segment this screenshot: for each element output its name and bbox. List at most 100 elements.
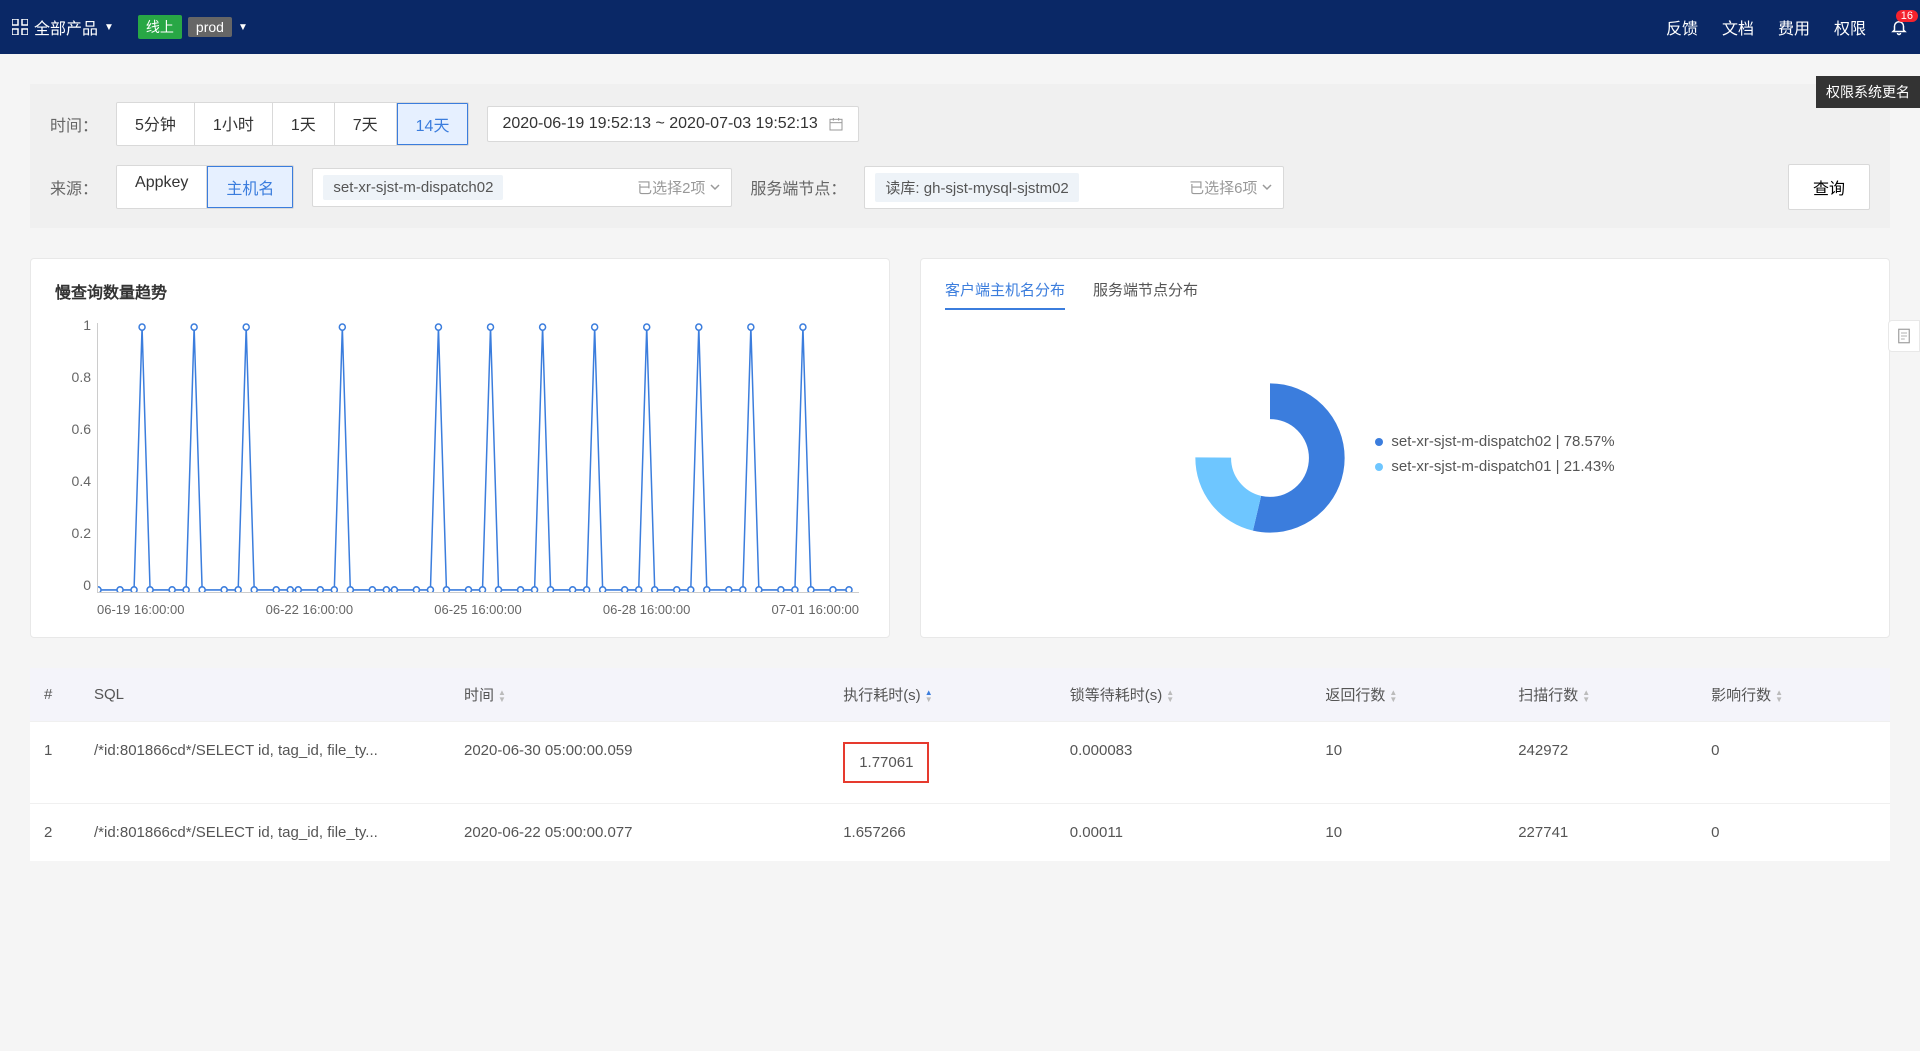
source-tag-chip: set-xr-sjst-m-dispatch02 (323, 175, 503, 200)
notification-count: 16 (1896, 10, 1918, 22)
cell-time: 2020-06-30 05:00:00.059 (450, 722, 829, 804)
time-range-group: 5分钟 1小时 1天 7天 14天 (116, 102, 469, 146)
legend-item: set-xr-sjst-m-dispatch02 | 78.57% (1375, 433, 1614, 450)
query-button[interactable]: 查询 (1788, 164, 1870, 210)
header-right: 反馈 文档 费用 权限 16 (1666, 15, 1908, 39)
grid-icon (12, 19, 28, 35)
col-sql: SQL (80, 668, 450, 722)
env-selector[interactable]: 线上 prod ▼ (138, 15, 248, 39)
source-type-group: Appkey 主机名 (116, 165, 294, 209)
server-tag-chip: 读库: gh-sjst-mysql-sjstm02 (875, 173, 1078, 202)
source-appkey[interactable]: Appkey (117, 166, 207, 208)
donut-svg (1195, 383, 1345, 533)
tab-client-host[interactable]: 客户端主机名分布 (945, 279, 1065, 310)
legend-item: set-xr-sjst-m-dispatch01 | 21.43% (1375, 458, 1614, 475)
filter-row-source: 来源： Appkey 主机名 set-xr-sjst-m-dispatch02 … (50, 164, 1870, 210)
sort-icon: ▲▼ (1582, 689, 1590, 703)
donut-chart: set-xr-sjst-m-dispatch02 | 78.57% set-xr… (945, 328, 1865, 588)
panels-row: 慢查询数量趋势 1 0.8 0.6 0.4 0.2 0 06-19 16:00: (30, 258, 1890, 638)
y-axis: 1 0.8 0.6 0.4 0.2 0 (55, 317, 91, 593)
time-label: 时间： (50, 112, 98, 136)
date-range-picker[interactable]: 2020-06-19 19:52:13 ~ 2020-07-03 19:52:1… (487, 106, 858, 142)
donut-legend: set-xr-sjst-m-dispatch02 | 78.57% set-xr… (1375, 433, 1614, 483)
server-select[interactable]: 读库: gh-sjst-mysql-sjstm02 已选择6项 (864, 166, 1284, 209)
env-online-badge: 线上 (138, 15, 182, 39)
trend-panel: 慢查询数量趋势 1 0.8 0.6 0.4 0.2 0 06-19 16:00: (30, 258, 890, 638)
calendar-icon (828, 116, 844, 132)
cell-sql: /*id:801866cd*/SELECT id, tag_id, file_t… (80, 722, 450, 804)
legend-dot-icon (1375, 438, 1383, 446)
caret-down-icon: ▼ (238, 22, 248, 33)
dist-tabs: 客户端主机名分布 服务端节点分布 (945, 279, 1865, 310)
cell-return: 10 (1311, 804, 1504, 862)
col-scan-rows[interactable]: 扫描行数▲▼ (1504, 668, 1697, 722)
sort-icon: ▲▼ (925, 689, 933, 703)
side-drawer-handle[interactable] (1888, 320, 1920, 352)
table-row[interactable]: 2 /*id:801866cd*/SELECT id, tag_id, file… (30, 804, 1890, 862)
trend-chart: 1 0.8 0.6 0.4 0.2 0 06-19 16:00:00 06-22… (55, 317, 865, 617)
cell-index: 1 (30, 722, 80, 804)
cell-index: 2 (30, 804, 80, 862)
server-label: 服务端节点： (750, 175, 846, 199)
env-prod-badge: prod (188, 17, 232, 37)
col-exec-time[interactable]: 执行耗时(s)▲▼ (829, 668, 1056, 722)
trend-panel-title: 慢查询数量趋势 (55, 279, 865, 303)
cell-scan: 227741 (1504, 804, 1697, 862)
cell-return: 10 (1311, 722, 1504, 804)
filter-bar: 时间： 5分钟 1小时 1天 7天 14天 2020-06-19 19:52:1… (30, 84, 1890, 228)
cell-exec: 1.657266 (829, 804, 1056, 862)
time-5min[interactable]: 5分钟 (117, 103, 195, 145)
line-chart-svg (98, 323, 859, 592)
exec-time-highlighted: 1.77061 (843, 742, 929, 783)
time-1hour[interactable]: 1小时 (195, 103, 273, 145)
col-affect-rows[interactable]: 影响行数▲▼ (1697, 668, 1890, 722)
table-row[interactable]: 1 /*id:801866cd*/SELECT id, tag_id, file… (30, 722, 1890, 804)
col-lock-time[interactable]: 锁等待耗时(s)▲▼ (1056, 668, 1312, 722)
product-menu-label: 全部产品 (34, 15, 98, 39)
source-hostname[interactable]: 主机名 (207, 166, 293, 208)
time-7day[interactable]: 7天 (335, 103, 397, 145)
nav-docs[interactable]: 文档 (1722, 15, 1754, 39)
sort-icon: ▲▼ (1775, 689, 1783, 703)
notifications-button[interactable]: 16 (1890, 18, 1908, 36)
col-time[interactable]: 时间▲▼ (450, 668, 829, 722)
nav-feedback[interactable]: 反馈 (1666, 15, 1698, 39)
date-range-value: 2020-06-19 19:52:13 ~ 2020-07-03 19:52:1… (502, 115, 817, 133)
document-icon (1895, 327, 1913, 345)
cell-affect: 0 (1697, 722, 1890, 804)
legend-dot-icon (1375, 463, 1383, 471)
cell-exec: 1.77061 (829, 722, 1056, 804)
col-index: # (30, 668, 80, 722)
col-return-rows[interactable]: 返回行数▲▼ (1311, 668, 1504, 722)
distribution-panel: 客户端主机名分布 服务端节点分布 set-xr-sjst-m-dispatch0… (920, 258, 1890, 638)
chevron-down-icon (709, 181, 721, 193)
sort-icon: ▲▼ (1166, 689, 1174, 703)
header-left: 全部产品 ▼ 线上 prod ▼ (12, 15, 248, 39)
cell-scan: 242972 (1504, 722, 1697, 804)
source-select[interactable]: set-xr-sjst-m-dispatch02 已选择2项 (312, 168, 732, 207)
cell-sql: /*id:801866cd*/SELECT id, tag_id, file_t… (80, 804, 450, 862)
source-selected-count: 已选择2项 (637, 177, 721, 198)
filter-row-time: 时间： 5分钟 1小时 1天 7天 14天 2020-06-19 19:52:1… (50, 102, 1870, 146)
server-selected-count: 已选择6项 (1189, 177, 1273, 198)
results-table-wrap: # SQL 时间▲▼ 执行耗时(s)▲▼ 锁等待耗时(s)▲▼ 返回行数▲▼ 扫… (30, 668, 1890, 861)
time-1day[interactable]: 1天 (273, 103, 335, 145)
cell-time: 2020-06-22 05:00:00.077 (450, 804, 829, 862)
product-menu[interactable]: 全部产品 ▼ (12, 15, 114, 39)
source-label: 来源： (50, 175, 98, 199)
sort-icon: ▲▼ (498, 689, 506, 703)
x-axis: 06-19 16:00:00 06-22 16:00:00 06-25 16:0… (97, 602, 859, 617)
results-table: # SQL 时间▲▼ 执行耗时(s)▲▼ 锁等待耗时(s)▲▼ 返回行数▲▼ 扫… (30, 668, 1890, 861)
cell-lock: 0.00011 (1056, 804, 1312, 862)
nav-permission[interactable]: 权限 (1834, 15, 1866, 39)
plot-area (97, 323, 859, 593)
cell-affect: 0 (1697, 804, 1890, 862)
permission-rename-tooltip: 权限系统更名 (1816, 76, 1920, 108)
sort-icon: ▲▼ (1389, 689, 1397, 703)
nav-billing[interactable]: 费用 (1778, 15, 1810, 39)
chevron-down-icon (1261, 181, 1273, 193)
time-14day[interactable]: 14天 (397, 103, 469, 145)
cell-lock: 0.000083 (1056, 722, 1312, 804)
tab-server-node[interactable]: 服务端节点分布 (1093, 279, 1198, 310)
caret-down-icon: ▼ (104, 22, 114, 33)
